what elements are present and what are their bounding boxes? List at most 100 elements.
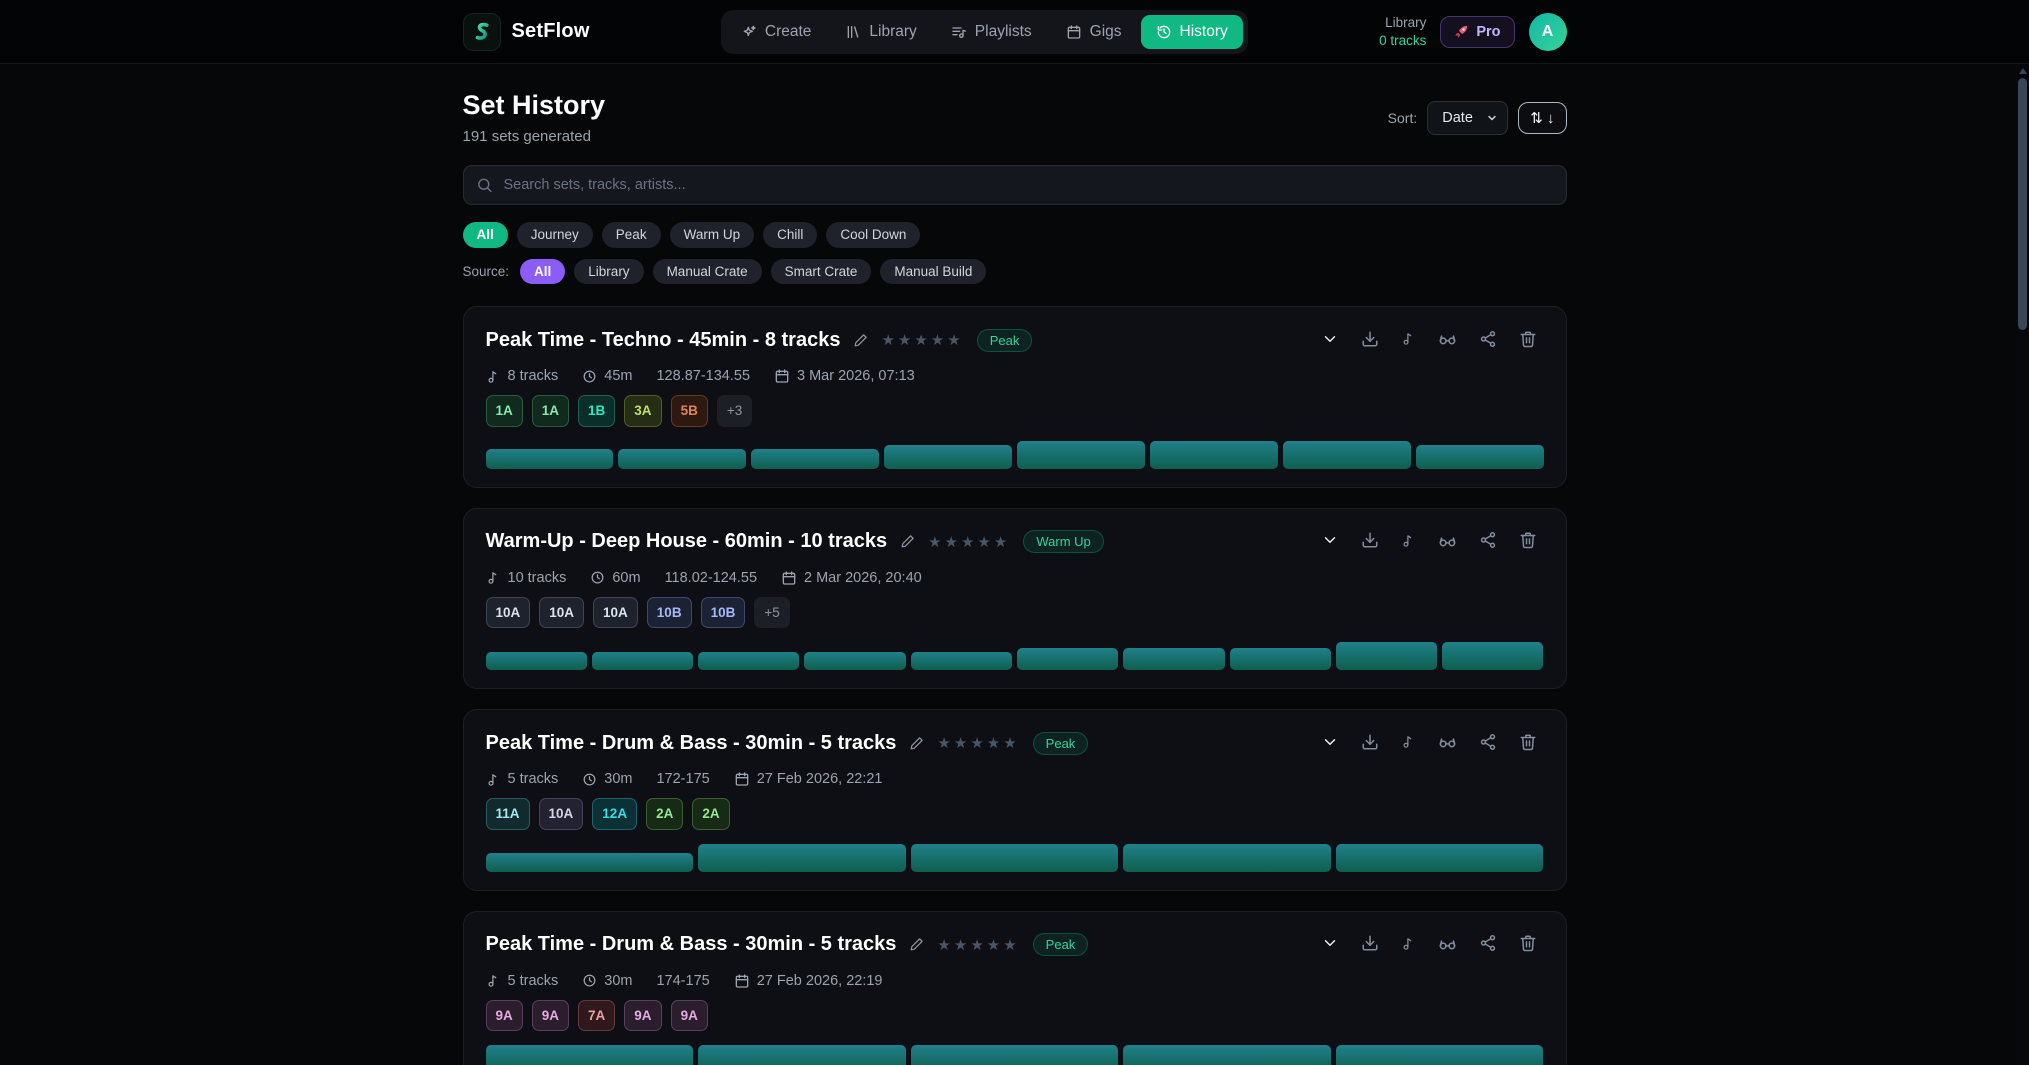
scrollbar-thumb[interactable] (2018, 78, 2027, 330)
set-date: 2 Mar 2026, 20:40 (781, 570, 922, 586)
edit-icon[interactable] (853, 333, 868, 348)
calendar-icon (1066, 24, 1082, 40)
source-filter-label: Source: (463, 264, 510, 279)
nav-item-history[interactable]: History (1141, 15, 1243, 49)
music-note-button[interactable] (1394, 730, 1423, 756)
energy-bar (698, 1045, 906, 1065)
energy-bar (1442, 642, 1543, 670)
energy-bar (751, 449, 879, 469)
scrollbar-track[interactable] (2016, 64, 2029, 1065)
music-note-button[interactable] (1394, 529, 1423, 555)
main-content: Set History 191 sets generated Sort: Dat… (463, 64, 1567, 1065)
rating-stars[interactable]: ★★★★★ (937, 734, 1019, 752)
rating-stars[interactable]: ★★★★★ (881, 331, 963, 349)
rating-stars[interactable]: ★★★★★ (937, 936, 1019, 954)
share-button[interactable] (1472, 527, 1504, 556)
avatar[interactable]: A (1529, 13, 1567, 51)
key-badge: 1A (532, 395, 569, 427)
key-badge: 10A (593, 597, 638, 629)
energy-bar (1336, 1045, 1544, 1065)
search-input[interactable] (463, 165, 1567, 205)
music-note-icon (1401, 533, 1416, 548)
music-note-button[interactable] (1394, 932, 1423, 958)
glasses-icon (1438, 934, 1457, 953)
energy-bar (618, 449, 746, 469)
key-badge: 10B (647, 597, 692, 629)
card-actions (1314, 325, 1544, 355)
share-button[interactable] (1472, 326, 1504, 355)
music-note-icon (486, 570, 501, 585)
filter-chip-chill[interactable]: Chill (763, 222, 817, 248)
trash-button[interactable] (1512, 326, 1544, 355)
trash-button[interactable] (1512, 527, 1544, 556)
set-duration: 45m (582, 368, 632, 384)
chevron-down-button[interactable] (1314, 527, 1346, 556)
energy-bar (486, 652, 587, 670)
chevron-down-icon (1321, 733, 1339, 751)
share-icon (1479, 733, 1497, 751)
trash-button[interactable] (1512, 729, 1544, 758)
playlist-icon (951, 24, 967, 40)
source-chip-smart-crate[interactable]: Smart Crate (771, 259, 872, 285)
sort-select[interactable]: Date (1427, 101, 1508, 135)
pro-button[interactable]: Pro (1440, 16, 1514, 48)
nav-item-playlists[interactable]: Playlists (936, 15, 1047, 49)
trash-button[interactable] (1512, 930, 1544, 959)
calendar-icon (734, 973, 750, 989)
glasses-button[interactable] (1431, 527, 1464, 557)
source-chip-manual-build[interactable]: Manual Build (880, 259, 986, 285)
music-note-icon (486, 973, 501, 988)
brand[interactable]: SetFlow (463, 13, 590, 51)
app-header: SetFlow Create Library Playlists Gigs Hi… (0, 0, 2029, 64)
nav-item-label: Gigs (1090, 23, 1122, 41)
download-button[interactable] (1354, 930, 1386, 959)
nav-item-gigs[interactable]: Gigs (1051, 15, 1137, 49)
key-badge: 2A (646, 798, 683, 830)
energy-bar (804, 652, 905, 670)
glasses-button[interactable] (1431, 325, 1464, 355)
sort-order-button[interactable]: ⇅ ↓ (1518, 102, 1566, 134)
track-count: 10 tracks (486, 570, 567, 586)
filter-chip-peak[interactable]: Peak (602, 222, 661, 248)
glasses-button[interactable] (1431, 930, 1464, 960)
chevron-down-button[interactable] (1314, 930, 1346, 959)
nav-item-label: Playlists (975, 23, 1032, 41)
filter-chip-journey[interactable]: Journey (517, 222, 593, 248)
chevron-down-button[interactable] (1314, 326, 1346, 355)
music-note-button[interactable] (1394, 327, 1423, 353)
rating-stars[interactable]: ★★★★★ (928, 533, 1010, 551)
download-button[interactable] (1354, 326, 1386, 355)
download-button[interactable] (1354, 527, 1386, 556)
set-card: Peak Time - Drum & Bass - 30min - 5 trac… (463, 911, 1567, 1065)
glasses-button[interactable] (1431, 728, 1464, 758)
source-chip-all[interactable]: All (520, 259, 565, 285)
edit-icon[interactable] (909, 937, 924, 952)
edit-icon[interactable] (900, 534, 915, 549)
calendar-icon (781, 570, 797, 586)
source-chip-library[interactable]: Library (574, 259, 643, 285)
share-button[interactable] (1472, 930, 1504, 959)
page-subtitle: 191 sets generated (463, 128, 606, 145)
nav-item-library[interactable]: Library (830, 15, 931, 49)
scrollbar-up-arrow-icon[interactable] (2019, 68, 2027, 74)
key-badge: 1A (486, 395, 523, 427)
share-button[interactable] (1472, 729, 1504, 758)
set-card: Warm-Up - Deep House - 60min - 10 tracks… (463, 508, 1567, 690)
nav-item-create[interactable]: Create (726, 15, 827, 49)
history-icon (1156, 24, 1172, 40)
set-date: 3 Mar 2026, 07:13 (774, 368, 915, 384)
chevron-down-icon (1321, 330, 1339, 348)
set-title: Peak Time - Drum & Bass - 30min - 5 trac… (486, 933, 897, 956)
brand-name: SetFlow (512, 20, 590, 43)
chevron-down-button[interactable] (1314, 729, 1346, 758)
download-button[interactable] (1354, 729, 1386, 758)
music-note-icon (1401, 734, 1416, 749)
edit-icon[interactable] (909, 736, 924, 751)
filter-chip-all[interactable]: All (463, 222, 508, 248)
source-chip-manual-crate[interactable]: Manual Crate (653, 259, 762, 285)
filter-chip-warm-up[interactable]: Warm Up (670, 222, 755, 248)
filter-chip-cool-down[interactable]: Cool Down (826, 222, 920, 248)
rocket-icon (1454, 24, 1469, 39)
energy-bar (1336, 642, 1437, 670)
energy-bars (486, 1045, 1544, 1065)
